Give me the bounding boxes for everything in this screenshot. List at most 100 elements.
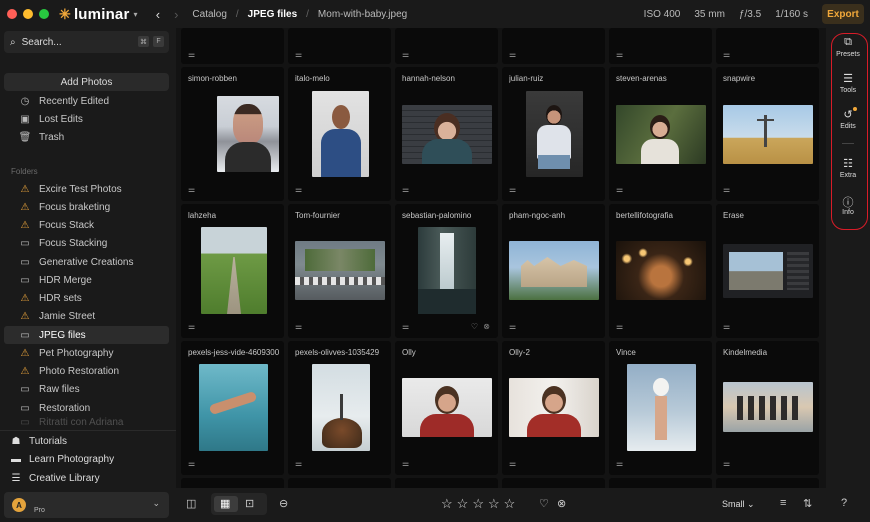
back-icon[interactable]: ‹ xyxy=(156,7,160,22)
photo-cell-olly[interactable]: Olly ⚌ xyxy=(395,341,498,475)
reject-icon[interactable]: ⊗ xyxy=(557,497,566,510)
thumbnail-portrait-woman-trees xyxy=(616,105,706,164)
info-button[interactable]: ⓘ Info xyxy=(826,194,870,216)
sidebar-folder-hdr-merge[interactable]: ▭ HDR Merge xyxy=(4,271,169,289)
sidebar-folder-pet-photography[interactable]: ⚠ Pet Photography xyxy=(4,344,169,362)
photo-cell-pham-ngoc-anh[interactable]: pham-ngoc-anh ⚌ xyxy=(502,204,605,338)
photo-cell-pexels-olivves[interactable]: pexels-olivves-1035429 ⚌ xyxy=(288,341,391,475)
sidebar-item-recently-edited[interactable]: ◷ Recently Edited xyxy=(4,92,169,110)
presets-label: Presets xyxy=(836,51,860,58)
photo-cell[interactable] xyxy=(609,478,712,488)
photo-cell[interactable]: ⚌ xyxy=(181,28,284,64)
sidebar-folder-generative-creations[interactable]: ▭ Generative Creations xyxy=(4,253,169,271)
filter-icon[interactable]: ≡ xyxy=(780,497,786,509)
presets-button[interactable]: ⧉ Presets xyxy=(826,36,870,58)
heart-icon[interactable]: ♡ xyxy=(471,322,478,331)
sidebar-item-label: Raw files xyxy=(39,383,80,395)
adjustments-icon: ⚌ xyxy=(509,185,517,194)
star-icon[interactable]: ☆ xyxy=(504,496,516,512)
sidebar-item-label: Trash xyxy=(39,131,65,143)
photo-cell-lahzeha[interactable]: lahzeha ⚌ xyxy=(181,204,284,338)
sidebar-toggle-icon[interactable]: ◫ xyxy=(186,497,196,510)
add-photos-button[interactable]: Add Photos xyxy=(4,73,169,91)
close-window-button[interactable] xyxy=(7,9,17,19)
app-menu[interactable]: ✳ luminar ▾ xyxy=(59,6,138,23)
adjustments-icon: ⚌ xyxy=(188,185,196,194)
thumbnail-portrait-woman-sitting xyxy=(526,91,583,177)
tools-button[interactable]: ☰ Tools xyxy=(826,72,870,94)
sidebar-folder-focus-stacking[interactable]: ▭ Focus Stacking xyxy=(4,234,169,252)
photo-cell-kindelmedia[interactable]: Kindelmedia ⚌ xyxy=(716,341,819,475)
sidebar-item-lost-edits[interactable]: ▣ Lost Edits xyxy=(4,110,169,128)
photo-cell-steven-arenas[interactable]: steven-arenas ⚌ xyxy=(609,67,712,201)
sidebar-folder-focus-stack[interactable]: ⚠ Focus Stack xyxy=(4,216,169,234)
sidebar-item-trash[interactable]: 🗑 Trash xyxy=(4,128,169,146)
photo-cell[interactable]: ⚌ xyxy=(502,28,605,64)
photo-cell-italo-melo[interactable]: italo-melo ⚌ xyxy=(288,67,391,201)
breadcrumb-folder[interactable]: JPEG files xyxy=(248,9,297,20)
breadcrumb-file[interactable]: Mom-with-baby.jpeg xyxy=(318,9,407,20)
star-icon[interactable]: ☆ xyxy=(441,496,453,512)
app-name: luminar xyxy=(73,5,130,23)
sidebar-folder-ritratti-con-adriana[interactable]: ▭ Ritratti con Adriana xyxy=(4,417,169,427)
photo-cell[interactable] xyxy=(395,478,498,488)
photo-cell[interactable]: ⚌ xyxy=(609,28,712,64)
more-options-icon[interactable]: ⊖ xyxy=(279,497,288,510)
edits-button[interactable]: ↺ Edits xyxy=(826,108,870,130)
photo-cell-sebastian-palomino[interactable]: sebastian-palomino ⚌ ♡ ⊗ xyxy=(395,204,498,338)
thumbnail-portrait-man-red-shirt xyxy=(402,378,492,437)
photo-cell[interactable] xyxy=(502,478,605,488)
breadcrumb-catalog[interactable]: Catalog xyxy=(192,9,226,20)
photo-filename: Vince xyxy=(616,348,636,357)
photo-filename: hannah-nelson xyxy=(402,74,455,83)
reject-icon[interactable]: ⊗ xyxy=(483,322,490,331)
tutorials-link[interactable]: ☗ Tutorials xyxy=(4,432,67,450)
single-view-icon[interactable]: ⊡ xyxy=(245,497,254,510)
extra-button[interactable]: ☷ Extra xyxy=(826,157,870,179)
photo-cell-julian-ruiz[interactable]: julian-ruiz ⚌ xyxy=(502,67,605,201)
photo-cell[interactable] xyxy=(181,478,284,488)
photo-cell-vince[interactable]: Vince ⚌ xyxy=(609,341,712,475)
sidebar-folder-hdr-sets[interactable]: ⚠ HDR sets xyxy=(4,289,169,307)
photo-cell[interactable] xyxy=(716,478,819,488)
star-rating[interactable]: ☆ ☆ ☆ ☆ ☆ xyxy=(441,496,515,512)
sidebar-folder-focus-braketing[interactable]: ⚠ Focus braketing xyxy=(4,198,169,216)
photo-cell-bertellifotografia[interactable]: bertellifotografia ⚌ xyxy=(609,204,712,338)
export-button[interactable]: Export xyxy=(822,4,864,24)
photo-cell-olly-2[interactable]: Olly-2 ⚌ xyxy=(502,341,605,475)
photo-cell-hannah-nelson[interactable]: hannah-nelson ⚌ xyxy=(395,67,498,201)
sidebar-folder-jpeg-files[interactable]: ▭ JPEG files xyxy=(4,326,169,344)
minimize-window-button[interactable] xyxy=(23,9,33,19)
star-icon[interactable]: ☆ xyxy=(472,496,484,512)
creative-library-link[interactable]: ☰ Creative Library xyxy=(4,469,100,487)
photo-cell[interactable]: ⚌ xyxy=(288,28,391,64)
sidebar-folder-raw-files[interactable]: ▭ Raw files xyxy=(4,380,169,398)
forward-icon[interactable]: › xyxy=(174,7,178,22)
photo-cell[interactable]: ⚌ xyxy=(716,28,819,64)
photo-cell[interactable] xyxy=(288,478,391,488)
sidebar-folder-photo-restoration[interactable]: ⚠ Photo Restoration xyxy=(4,362,169,380)
photo-filename: julian-ruiz xyxy=(509,74,544,83)
photo-cell-erase[interactable]: Erase ⚌ xyxy=(716,204,819,338)
star-icon[interactable]: ☆ xyxy=(488,496,500,512)
sidebar-folder-excire-test-photos[interactable]: ⚠ Excire Test Photos xyxy=(4,180,169,198)
photo-cell-snapwire[interactable]: snapwire ⚌ xyxy=(716,67,819,201)
zoom-window-button[interactable] xyxy=(39,9,49,19)
account-switcher[interactable]: A Pro ⌄ xyxy=(4,492,169,518)
photo-cell-tom-fournier[interactable]: Tom-fournier ⚌ xyxy=(288,204,391,338)
sidebar-folder-jamie-street[interactable]: ⚠ Jamie Street xyxy=(4,307,169,325)
help-icon[interactable]: ? xyxy=(841,497,847,509)
learn-photography-link[interactable]: ▬ Learn Photography xyxy=(4,450,114,468)
sort-icon[interactable]: ⇅ xyxy=(803,497,812,510)
grid-view-button[interactable]: ▦ xyxy=(214,496,238,512)
photo-cell-simon-robben[interactable]: simon-robben ⚌ xyxy=(181,67,284,201)
star-icon[interactable]: ☆ xyxy=(457,496,469,512)
photo-cell[interactable]: ⚌ xyxy=(395,28,498,64)
sidebar-folder-restoration[interactable]: ▭ Restoration xyxy=(4,399,169,417)
photo-cell-pexels-jess-vide[interactable]: pexels-jess-vide-4609300 ⚌ xyxy=(181,341,284,475)
photo-filename: Kindelmedia xyxy=(723,348,768,357)
search-input[interactable]: ⌕ Search... ⌘ F xyxy=(4,31,169,53)
thumbnail-size-select[interactable]: Small ⌄ xyxy=(722,499,755,510)
command-key-icon: ⌘ xyxy=(138,36,149,47)
heart-icon[interactable]: ♡ xyxy=(539,497,549,510)
